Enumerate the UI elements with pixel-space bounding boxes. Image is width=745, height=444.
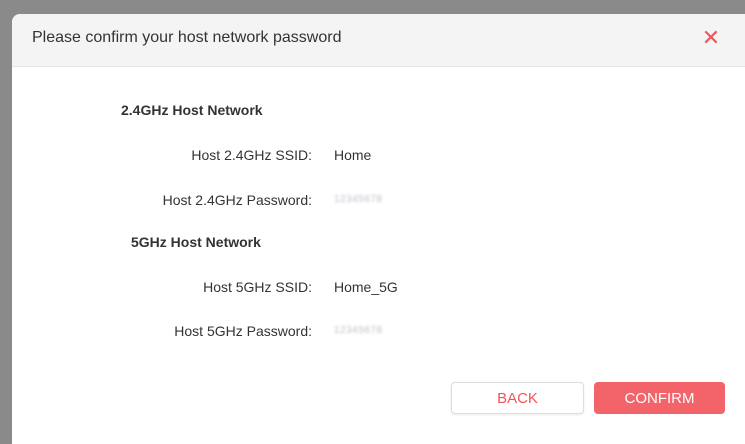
band24-ssid-label: Host 2.4GHz SSID: — [191, 147, 312, 163]
band24-password-label: Host 2.4GHz Password: — [162, 192, 312, 208]
dialog-header: Please confirm your host network passwor… — [12, 14, 745, 67]
close-icon[interactable]: ✕ — [699, 26, 723, 50]
band24-ssid-value: Home — [334, 147, 372, 163]
confirm-button[interactable]: CONFIRM — [594, 382, 725, 414]
band24-section-title: 2.4GHz Host Network — [121, 102, 263, 118]
band5-ssid-value: Home_5G — [334, 279, 398, 295]
band5-ssid-label: Host 5GHz SSID: — [203, 279, 312, 295]
band5-password-value: 12345678 — [334, 325, 383, 336]
back-button[interactable]: BACK — [451, 382, 584, 414]
band5-password-label: Host 5GHz Password: — [174, 323, 312, 339]
confirm-password-dialog: Please confirm your host network passwor… — [12, 14, 745, 444]
band5-section-title: 5GHz Host Network — [131, 234, 261, 250]
dialog-title: Please confirm your host network passwor… — [32, 29, 342, 46]
band24-password-value: 12345678 — [334, 194, 383, 205]
